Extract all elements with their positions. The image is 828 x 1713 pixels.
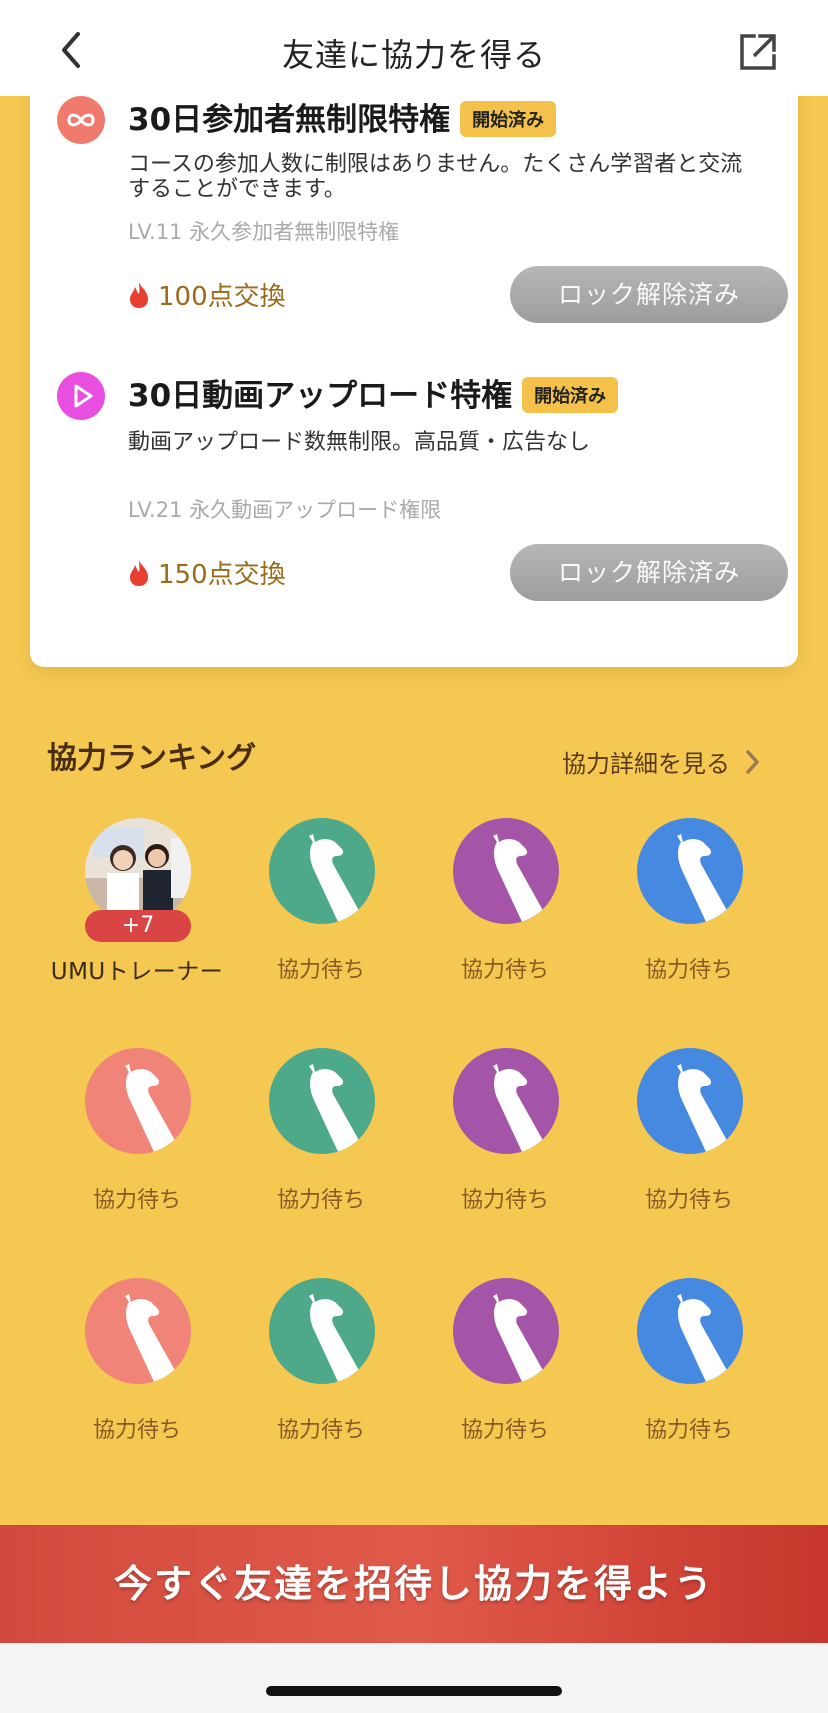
unlocked-button[interactable]: ロック解除済み xyxy=(510,266,788,323)
avatar xyxy=(85,818,191,924)
helper-status: 協力待ち xyxy=(460,958,549,983)
chevron-right-icon xyxy=(746,749,759,774)
giraffe-avatar-icon xyxy=(453,1278,559,1384)
privilege-cost: 150点交換 xyxy=(128,554,286,591)
giraffe-avatar-icon xyxy=(637,1048,743,1154)
fire-icon xyxy=(130,281,148,308)
external-link-icon xyxy=(740,34,776,70)
ranking-title: 協力ランキング xyxy=(47,741,257,776)
giraffe-avatar-icon xyxy=(453,1048,559,1154)
giraffe-avatar-icon xyxy=(269,1048,375,1154)
privilege-description: 動画アップロード数無制限。高品質・広告なし xyxy=(128,430,591,455)
giraffe-avatar-icon xyxy=(637,1278,743,1384)
helper-status: 協力待ち xyxy=(644,1188,733,1213)
top-bar: 友達に協力を得る xyxy=(0,0,828,96)
helper-status: 協力待ち xyxy=(276,958,365,983)
helper-status: 協力待ち xyxy=(644,958,733,983)
home-indicator-area xyxy=(0,1643,828,1713)
privilege-cost-text: 100点交換 xyxy=(158,282,286,312)
helper-name: UMUトレーナー xyxy=(50,959,224,985)
status-badge: 開始済み xyxy=(460,100,557,137)
unlocked-button[interactable]: ロック解除済み xyxy=(510,544,788,601)
helper-status: 協力待ち xyxy=(276,1418,365,1443)
ranking-detail-label: 協力詳細を見る xyxy=(562,750,730,778)
giraffe-avatar-icon xyxy=(269,818,375,924)
page-title: 友達に協力を得る xyxy=(281,36,546,74)
privilege-level: LV.21 永久動画アップロード権限 xyxy=(128,498,442,522)
privilege-title: 30日動画アップロード特権 開始済み xyxy=(128,370,619,416)
helper-status: 協力待ち xyxy=(644,1418,733,1443)
share-button[interactable] xyxy=(736,30,780,74)
helper-status: 協力待ち xyxy=(460,1188,549,1213)
home-indicator[interactable] xyxy=(266,1686,562,1696)
helper-status: 協力待ち xyxy=(92,1418,181,1443)
giraffe-avatar-icon xyxy=(269,1278,375,1384)
privileges-card: 30日参加者無制限特権 開始済み コースの参加人数に制限はありません。たくさん学習… xyxy=(30,70,798,667)
helper-status: 協力待ち xyxy=(460,1418,549,1443)
giraffe-avatar-icon xyxy=(453,818,559,924)
privilege-title-text: 30日参加者無制限特権 xyxy=(128,102,451,138)
privilege-title-text: 30日動画アップロード特権 xyxy=(128,378,513,414)
privilege-title: 30日参加者無制限特権 開始済み xyxy=(128,94,557,140)
giraffe-avatar-icon xyxy=(85,1278,191,1384)
privilege-cost: 100点交換 xyxy=(128,276,286,313)
invite-friends-button[interactable]: 今すぐ友達を招待し協力を得よう xyxy=(0,1525,828,1643)
helper-status: 協力待ち xyxy=(92,1188,181,1213)
giraffe-avatar-icon xyxy=(85,1048,191,1154)
privilege-cost-text: 150点交換 xyxy=(158,560,286,590)
infinity-icon xyxy=(57,96,105,144)
play-icon xyxy=(57,372,105,420)
status-badge: 開始済み xyxy=(522,376,619,413)
privilege-description: コースの参加人数に制限はありません。たくさん学習者と交流することができます。 xyxy=(128,152,743,202)
fire-icon xyxy=(130,559,148,586)
helper-count-badge: +7 xyxy=(85,910,191,942)
ranking-detail-link[interactable]: 協力詳細を見る xyxy=(562,744,760,779)
privilege-level: LV.11 永久参加者無制限特権 xyxy=(128,220,400,244)
giraffe-avatar-icon xyxy=(637,818,743,924)
helper-status: 協力待ち xyxy=(276,1188,365,1213)
